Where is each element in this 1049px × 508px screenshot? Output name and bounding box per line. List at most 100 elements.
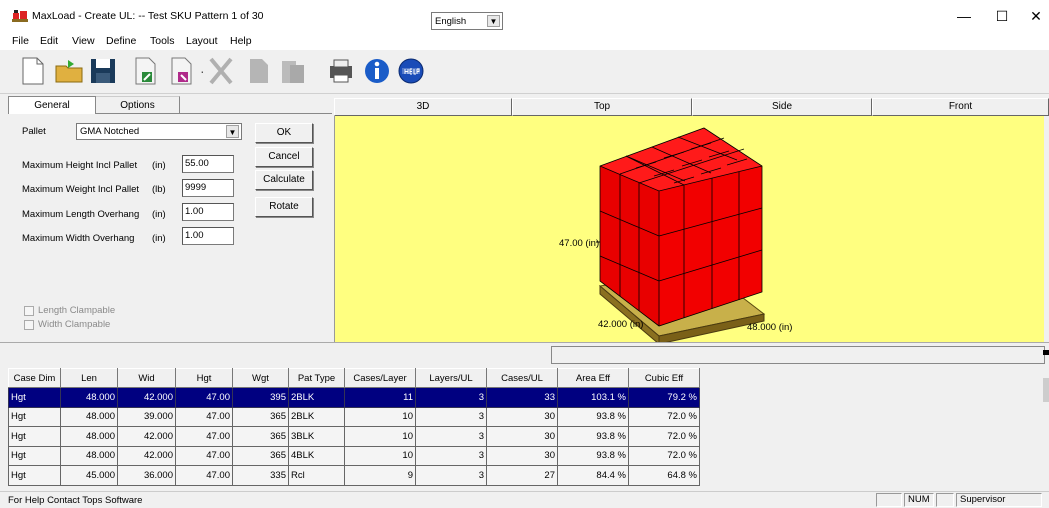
col-layers-ul[interactable]: Layers/UL [415, 368, 487, 388]
table-row[interactable]: Hgt 48.000 42.000 47.00 365 4BLK 10 3 30 93.8 % 72… [8, 445, 700, 466]
table-row[interactable]: Hgt 48.000 42.000 47.00 365 3BLK 10 3 30 93.8 % 72… [8, 426, 700, 447]
table-cell: 3BLK [288, 426, 345, 447]
language-select[interactable]: English ▼ [431, 12, 503, 30]
width-clampable-checkbox[interactable] [24, 320, 34, 330]
close-button[interactable]: ✕ [1016, 4, 1049, 28]
status-help-text: For Help Contact Tops Software [8, 495, 143, 506]
menu-file[interactable]: File [12, 35, 29, 47]
table-cell: 3 [415, 445, 487, 466]
ok-button[interactable]: OK [255, 123, 313, 143]
col-cases-layer[interactable]: Cases/Layer [344, 368, 416, 388]
col-cubic-eff[interactable]: Cubic Eff [628, 368, 700, 388]
table-cell: 42.000 [117, 426, 176, 447]
table-cell: 36.000 [117, 465, 176, 486]
table-cell: 64.8 % [628, 465, 700, 486]
table-cell: 47.00 [175, 465, 233, 486]
minimize-button[interactable]: — [944, 4, 984, 28]
open-folder-icon[interactable] [54, 56, 84, 86]
tab-options[interactable]: Options [96, 96, 180, 114]
view-front-tab[interactable]: Front [872, 98, 1049, 116]
menu-edit[interactable]: Edit [40, 35, 58, 47]
table-cell: 72.0 % [628, 406, 700, 427]
tab-general[interactable]: General [8, 96, 96, 114]
chevron-down-icon[interactable]: ▼ [487, 15, 500, 27]
max-length-overhang-field[interactable]: 1.00 [182, 203, 234, 221]
menu-tools[interactable]: Tools [150, 35, 175, 47]
table-cell: 47.00 [175, 387, 233, 408]
table-cell: Hgt [8, 406, 61, 427]
cancel-button[interactable]: Cancel [255, 147, 313, 167]
col-len[interactable]: Len [60, 368, 118, 388]
table-row[interactable]: Hgt 45.000 36.000 47.00 335 Rcl 9 3 27 84.4 % 64.8… [8, 465, 700, 486]
max-weight-label: Maximum Weight Incl Pallet [22, 184, 140, 195]
table-cell: 10 [344, 406, 416, 427]
menu-define[interactable]: Define [106, 35, 136, 47]
status-num: NUM [904, 493, 934, 507]
window-title: MaxLoad - Create UL: -- Test SKU Pattern… [32, 10, 264, 22]
col-case-dim[interactable]: Case Dim [8, 368, 61, 388]
col-wgt[interactable]: Wgt [232, 368, 289, 388]
info-icon[interactable] [362, 56, 392, 86]
pallet-label: Pallet [22, 126, 46, 137]
view-top-tab[interactable]: Top [512, 98, 692, 116]
table-cell: Hgt [8, 445, 61, 466]
table-cell: 11 [344, 387, 416, 408]
save-disk-icon[interactable] [88, 56, 118, 86]
table-cell: 42.000 [117, 387, 176, 408]
table-cell: 48.000 [60, 406, 118, 427]
table-cell: 365 [232, 426, 289, 447]
max-height-field[interactable]: 55.00 [182, 155, 234, 173]
menu-view[interactable]: View [72, 35, 95, 47]
results-table: Case Dim Len Wid Hgt Wgt Pat Type Cases/… [8, 368, 700, 486]
export-dropdown-arrow-icon[interactable]: · [200, 63, 205, 79]
help-icon[interactable] [396, 56, 426, 86]
table-scrollbar-thumb[interactable] [1043, 378, 1049, 402]
pallet-value: GMA Notched [80, 126, 140, 137]
col-cases-ul[interactable]: Cases/UL [486, 368, 558, 388]
calculate-button[interactable]: Calculate [255, 170, 313, 190]
max-height-unit: (in) [152, 160, 166, 171]
table-cell: 79.2 % [628, 387, 700, 408]
menu-help[interactable]: Help [230, 35, 252, 47]
col-wid[interactable]: Wid [117, 368, 176, 388]
table-cell: 9 [344, 465, 416, 486]
table-cell: 3 [415, 406, 487, 427]
view-side-tab[interactable]: Side [692, 98, 872, 116]
table-cell: 3 [415, 426, 487, 447]
table-cell: 3 [415, 465, 487, 486]
copy-icon[interactable] [244, 56, 274, 86]
menu-layout[interactable]: Layout [186, 35, 218, 47]
table-cell: 395 [232, 387, 289, 408]
max-weight-field[interactable]: 9999 [182, 179, 234, 197]
height-dimension-label: 47.00 (in) [559, 238, 599, 249]
max-weight-unit: (lb) [152, 184, 166, 195]
new-document-icon[interactable] [18, 56, 48, 86]
pallet-select[interactable]: GMA Notched ▼ [76, 123, 242, 140]
chevron-down-icon[interactable]: ▼ [226, 125, 239, 138]
width-dimension-label: 48.000 (in) [747, 322, 792, 333]
max-width-overhang-label: Maximum Width Overhang [22, 233, 135, 244]
table-cell: 47.00 [175, 445, 233, 466]
table-cell: 39.000 [117, 406, 176, 427]
col-hgt[interactable]: Hgt [175, 368, 233, 388]
cut-icon[interactable] [206, 56, 236, 86]
table-cell: Rcl [288, 465, 345, 486]
table-cell: 47.00 [175, 426, 233, 447]
import-icon[interactable] [130, 56, 160, 86]
rotate-button[interactable]: Rotate [255, 197, 313, 217]
table-cell: 33 [486, 387, 558, 408]
view-3d-tab[interactable]: 3D [334, 98, 512, 116]
table-cell: 93.8 % [557, 445, 629, 466]
table-header-row: Case Dim Len Wid Hgt Wgt Pat Type Cases/… [8, 368, 700, 388]
table-row[interactable]: Hgt 48.000 39.000 47.00 365 2BLK 10 3 30 93.8 % 72… [8, 406, 700, 427]
table-cell: 365 [232, 445, 289, 466]
col-pat-type[interactable]: Pat Type [288, 368, 345, 388]
col-area-eff[interactable]: Area Eff [557, 368, 629, 388]
export-icon[interactable] [166, 56, 196, 86]
max-width-overhang-field[interactable]: 1.00 [182, 227, 234, 245]
print-icon[interactable] [326, 56, 356, 86]
paste-icon[interactable] [278, 56, 308, 86]
length-clampable-checkbox[interactable] [24, 306, 34, 316]
table-row[interactable]: Hgt 48.000 42.000 47.00 395 2BLK 11 3 33 103.1 % 7… [8, 387, 700, 408]
table-cell: Hgt [8, 465, 61, 486]
